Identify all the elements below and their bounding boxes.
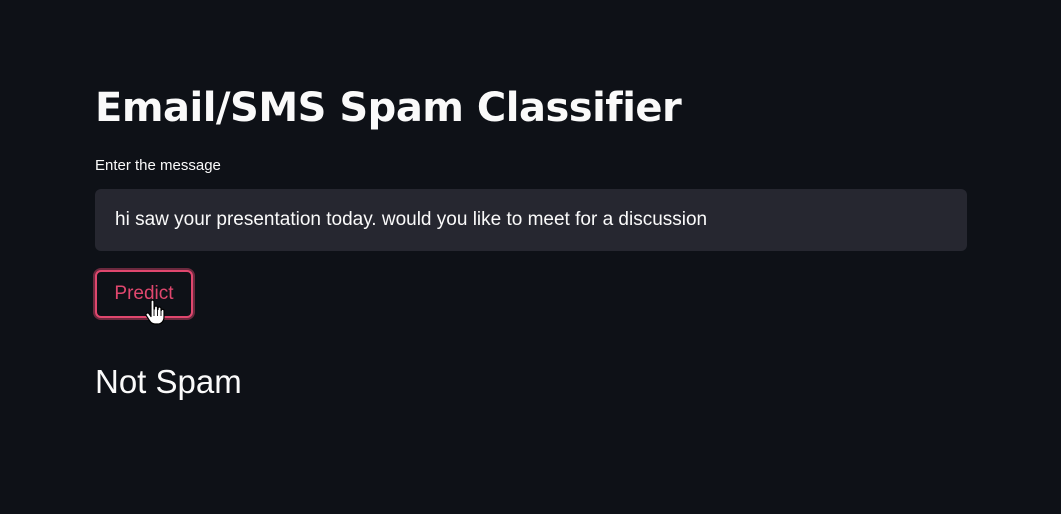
message-input-label: Enter the message — [95, 157, 221, 174]
page-title: Email/SMS Spam Classifier — [95, 85, 682, 131]
predict-button[interactable]: Predict — [95, 270, 193, 318]
prediction-result: Not Spam — [95, 363, 242, 400]
message-input[interactable] — [95, 189, 967, 251]
hand-pointer-icon — [145, 300, 165, 325]
